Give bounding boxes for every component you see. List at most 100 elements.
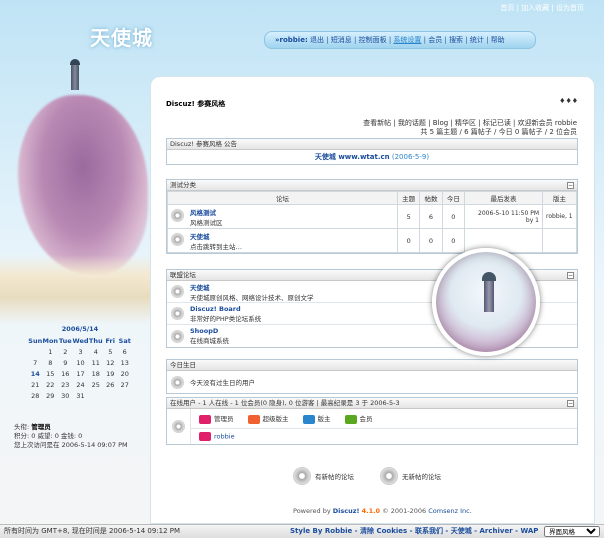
calendar-day[interactable]: 22 bbox=[42, 381, 58, 389]
no-new-posts-icon bbox=[380, 467, 398, 485]
calendar-day[interactable]: 27 bbox=[118, 381, 133, 389]
category-test-header[interactable]: 测试分类 bbox=[170, 181, 196, 189]
forum-desc: 在线商城系统 bbox=[190, 337, 229, 345]
calendar-day[interactable]: 9 bbox=[58, 359, 72, 367]
nav-help[interactable]: 帮助 bbox=[491, 36, 505, 44]
announcement-link[interactable]: 天使城 www.wtat.cn bbox=[315, 153, 390, 161]
category-alliance-header[interactable]: 联盟论坛 bbox=[170, 271, 196, 279]
online-header[interactable]: 在线用户 - 1 人在线 - 1 位会员(0 隐身), 0 位游客 | 最高纪录… bbox=[170, 399, 400, 407]
calendar-day[interactable]: 24 bbox=[73, 381, 89, 389]
mod-shirt-icon bbox=[302, 414, 315, 424]
forum-name[interactable]: 天使城 bbox=[190, 282, 314, 292]
calendar-day[interactable]: 11 bbox=[89, 359, 103, 367]
calendar-day[interactable]: 3 bbox=[73, 348, 89, 356]
calendar-day[interactable]: 18 bbox=[89, 370, 103, 378]
sea-decoration bbox=[0, 255, 150, 325]
nav-control-panel[interactable]: 控制面板 bbox=[359, 36, 387, 44]
user-title-value: 管理员 bbox=[31, 423, 51, 431]
nav-logout[interactable]: 退出 bbox=[310, 36, 324, 44]
forum-today: 0 bbox=[441, 204, 466, 229]
last-post-by[interactable]: by 1 bbox=[468, 217, 539, 224]
forum-name[interactable]: 天使城 bbox=[171, 231, 394, 241]
calendar-day[interactable]: 14 bbox=[28, 370, 42, 378]
calendar-day-header: Fri bbox=[105, 337, 115, 345]
calendar-day[interactable]: 6 bbox=[118, 348, 133, 356]
calendar-day[interactable]: 30 bbox=[58, 392, 72, 400]
calendar-day[interactable]: 15 bbox=[42, 370, 58, 378]
calendar-day[interactable]: 16 bbox=[58, 370, 72, 378]
table-row: 风格测试 风格测试区 5 6 0 2006-5-10 11:50 PM by 1… bbox=[167, 204, 577, 229]
set-homepage-link[interactable]: 设为首页 bbox=[556, 4, 584, 12]
online-user-link[interactable]: robbie bbox=[214, 432, 235, 440]
calendar-day[interactable]: 12 bbox=[103, 359, 117, 367]
home-link[interactable]: 首页 bbox=[500, 4, 514, 12]
site-logo[interactable]: 天使城 bbox=[90, 22, 153, 51]
forum-topics: 5 bbox=[396, 204, 421, 229]
calendar-day-header: Sun bbox=[28, 337, 43, 345]
quick-links-line1[interactable]: 查看新帖 | 我的话题 | Blog | 精华区 | 标记已读 | 欢迎新会员 … bbox=[363, 119, 577, 128]
forum-name[interactable]: ShoopD bbox=[190, 327, 229, 335]
style-select[interactable]: 界面风格 bbox=[544, 526, 600, 537]
calendar-day[interactable]: 20 bbox=[118, 370, 133, 378]
calendar-day[interactable]: 29 bbox=[42, 392, 58, 400]
calendar-day[interactable]: 7 bbox=[28, 359, 42, 367]
calendar-day[interactable]: 31 bbox=[73, 392, 89, 400]
calendar-day[interactable]: 1 bbox=[42, 348, 58, 356]
announcement-header: Discuz! 参赛风格 公告 bbox=[167, 139, 577, 150]
forum-stats: 共 5 篇主题 / 6 篇帖子 / 今日 0 篇帖子 / 2 位会员 bbox=[420, 128, 577, 136]
member-shirt-icon bbox=[344, 414, 357, 424]
nav-username[interactable]: »robbie: bbox=[275, 36, 308, 44]
breadcrumb[interactable]: Discuz! 参赛风格 bbox=[166, 99, 225, 109]
forum-name[interactable]: 风格测试 bbox=[171, 207, 394, 217]
nav-search[interactable]: 搜索 bbox=[449, 36, 463, 44]
add-favorite-link[interactable]: 加入收藏 bbox=[521, 4, 549, 12]
forum-moderators-empty bbox=[542, 228, 577, 253]
announcement-date: (2006-5-9) bbox=[391, 153, 430, 161]
breadcrumb-menu-icon[interactable]: ♦♦♦ bbox=[559, 97, 578, 105]
calendar-day[interactable]: 2 bbox=[58, 348, 72, 356]
quick-links: 查看新帖 | 我的话题 | Blog | 精华区 | 标记已读 | 欢迎新会员 … bbox=[363, 119, 577, 137]
calendar-grid: Sun Mon Tue Wed Thu Fri Sat 1 2 3 4 5 6 7 8 9 10 11 12 13 14… bbox=[28, 337, 132, 400]
calendar-day[interactable]: 17 bbox=[73, 370, 89, 378]
calendar-day[interactable]: 21 bbox=[28, 381, 42, 389]
calendar-day[interactable]: 23 bbox=[58, 381, 72, 389]
nav-members[interactable]: 会员 bbox=[428, 36, 442, 44]
discuz-link[interactable]: Discuz! bbox=[333, 507, 360, 515]
online-box: 在线用户 - 1 人在线 - 1 位会员(0 隐身), 0 位游客 | 最高纪录… bbox=[166, 397, 578, 445]
calendar-day[interactable]: 5 bbox=[103, 348, 117, 356]
calendar-day-header: Sat bbox=[118, 337, 131, 345]
calendar-day bbox=[89, 392, 103, 400]
calendar-day[interactable]: 25 bbox=[89, 381, 103, 389]
nav-system-settings[interactable]: 系统设置 bbox=[393, 36, 421, 44]
col-posts: 帖数 bbox=[419, 191, 443, 205]
calendar-day[interactable]: 10 bbox=[73, 359, 89, 367]
admin-shirt-icon bbox=[199, 431, 211, 441]
calendar-day[interactable]: 4 bbox=[89, 348, 103, 356]
calendar-day[interactable]: 13 bbox=[118, 359, 133, 367]
calendar-day[interactable]: 28 bbox=[28, 392, 42, 400]
calendar-day[interactable]: 8 bbox=[42, 359, 58, 367]
calendar-day[interactable]: 26 bbox=[103, 381, 117, 389]
footer-links[interactable]: Style By Robbie - 清除 Cookies - 联系我们 - 天使… bbox=[290, 525, 538, 538]
forum-moderators[interactable]: robbie, 1 bbox=[542, 204, 577, 229]
calendar: 2006/5/14 Sun Mon Tue Wed Thu Fri Sat 1 2 3 4 5 6 7 8 9… bbox=[28, 325, 132, 400]
collapse-icon[interactable]: − bbox=[567, 272, 574, 279]
online-users-icon bbox=[172, 419, 185, 433]
calendar-day-header: Mon bbox=[42, 337, 59, 345]
calendar-day[interactable]: 19 bbox=[103, 370, 117, 378]
main-nav: »robbie: 退出 | 短消息 | 控制面板 | 系统设置 | 会员 | 搜… bbox=[264, 31, 536, 49]
col-moderator: 版主 bbox=[542, 191, 577, 205]
birthday-text: 今天没有过生日的用户 bbox=[190, 379, 255, 387]
nav-stats[interactable]: 统计 bbox=[470, 36, 484, 44]
collapse-icon[interactable]: − bbox=[567, 182, 574, 189]
new-posts-icon bbox=[293, 467, 311, 485]
new-posts-label: 有新帖的论坛 bbox=[315, 473, 354, 481]
nav-messages[interactable]: 短消息 bbox=[331, 36, 352, 44]
collapse-icon[interactable]: − bbox=[567, 400, 574, 407]
forum-name[interactable]: Discuz! Board bbox=[190, 305, 261, 313]
last-post-date[interactable]: 2006-5-10 11:50 PM bbox=[468, 210, 539, 217]
supermod-shirt-icon bbox=[247, 414, 260, 424]
comsenz-link[interactable]: Comsenz Inc. bbox=[428, 507, 472, 515]
forum-desc: 点击跳转到主站… bbox=[190, 242, 242, 251]
announcement-box: Discuz! 参赛风格 公告 天使城 www.wtat.cn (2006-5-… bbox=[166, 138, 578, 165]
